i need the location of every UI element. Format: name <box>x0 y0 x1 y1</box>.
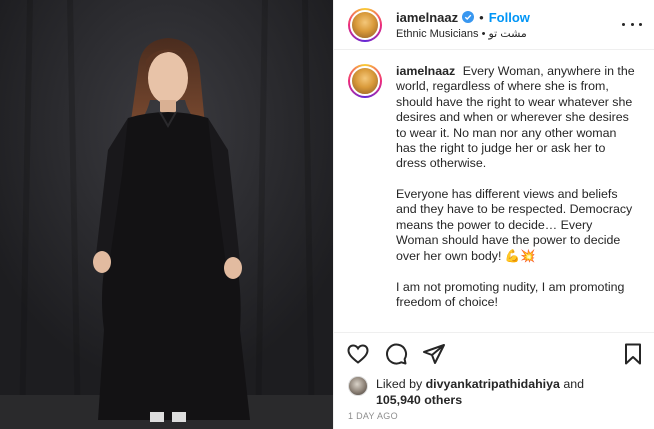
instagram-post: iamelnaaz • Follow Ethnic Musicians • مش… <box>0 0 654 429</box>
audio-attribution[interactable]: Ethnic Musicians • مشت تو <box>396 27 530 40</box>
caption-text: iamelnaaz Every Woman, anywhere in the w… <box>396 64 636 332</box>
caption-author-avatar[interactable] <box>348 64 382 98</box>
verified-badge-icon <box>462 11 475 23</box>
share-button[interactable] <box>422 342 448 368</box>
post-header: iamelnaaz • Follow Ethnic Musicians • مش… <box>334 0 654 50</box>
likes-text: Liked by divyankatripathidahiya and 105,… <box>376 377 585 407</box>
comment-button[interactable] <box>384 342 410 368</box>
share-icon <box>423 343 445 364</box>
post-video[interactable] <box>0 0 333 429</box>
caption-emojis: 💪💥 <box>504 248 536 264</box>
caption-section: iamelnaaz Every Woman, anywhere in the w… <box>334 50 654 332</box>
likes-summary: Liked by divyankatripathidahiya and 105,… <box>348 376 584 408</box>
liker-username[interactable]: divyankatripathidahiya <box>426 377 560 391</box>
liker-avatar[interactable] <box>348 376 368 396</box>
more-options-icon[interactable] <box>622 16 642 32</box>
author-avatar[interactable] <box>348 7 382 42</box>
bookmark-icon <box>625 343 641 365</box>
caption-username[interactable]: iamelnaaz <box>396 64 455 78</box>
separator-dot: • <box>479 9 484 25</box>
like-button[interactable] <box>346 342 372 368</box>
author-username[interactable]: iamelnaaz <box>396 10 458 25</box>
likes-count[interactable]: 105,940 others <box>376 393 462 407</box>
follow-button[interactable]: Follow <box>489 10 530 25</box>
caption-paragraph-1: iamelnaaz Every Woman, anywhere in the w… <box>396 64 635 171</box>
caption-paragraph-3: I am not promoting nudity, I am promotin… <box>396 279 625 310</box>
comment-icon <box>386 343 408 365</box>
post-side-panel: iamelnaaz • Follow Ethnic Musicians • مش… <box>333 0 654 429</box>
save-button[interactable] <box>621 342 645 366</box>
post-timestamp[interactable]: 1 DAY AGO <box>348 411 398 421</box>
action-bar <box>334 332 654 376</box>
caption-paragraph-2: Everyone has different views and beliefs… <box>396 186 633 264</box>
author-info: iamelnaaz • Follow Ethnic Musicians • مش… <box>396 10 530 40</box>
woman-in-black-dress-image <box>0 0 333 429</box>
heart-icon <box>347 343 369 364</box>
